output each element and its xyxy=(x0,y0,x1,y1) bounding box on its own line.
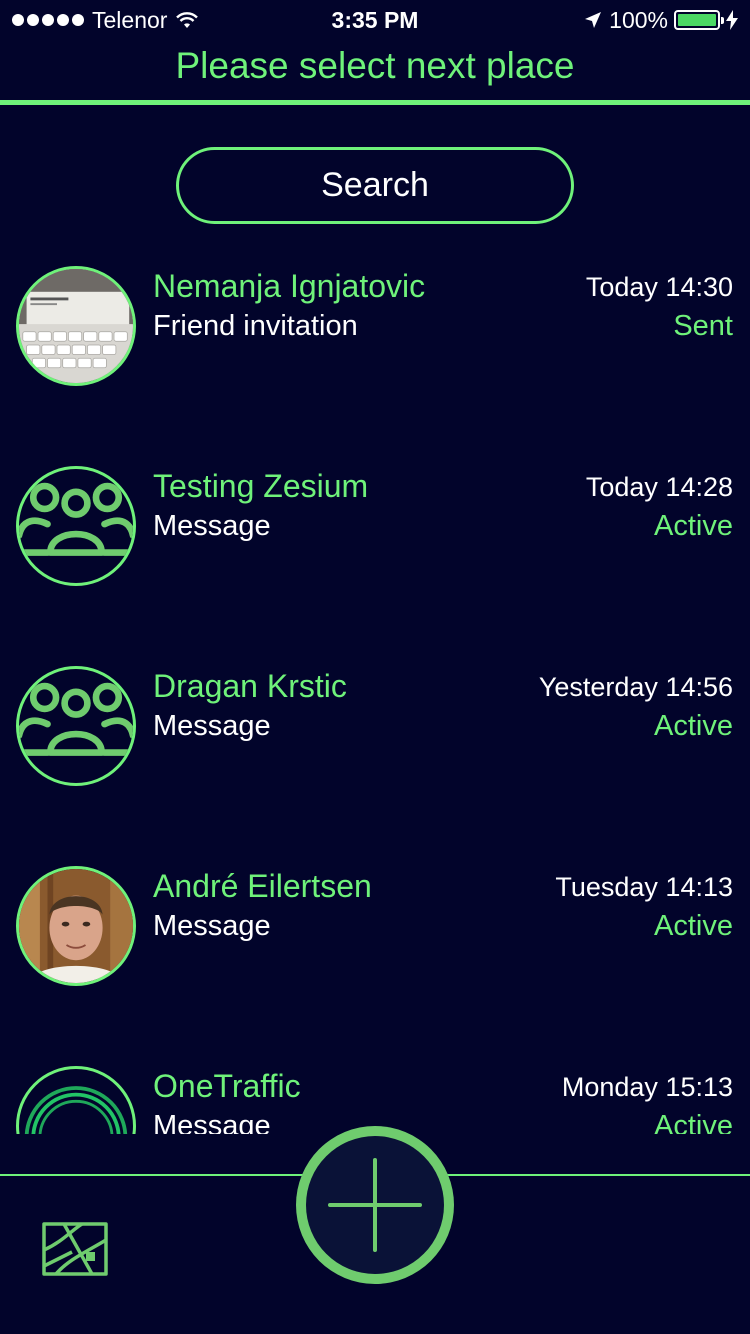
person-photo-image xyxy=(19,869,133,983)
item-name: André Eilertsen xyxy=(153,868,372,904)
item-status: Active xyxy=(654,710,733,742)
conversation-list[interactable]: Nemanja Ignjatovic Friend invitation Tod… xyxy=(0,250,750,1134)
item-time: Today 14:30 xyxy=(585,272,733,302)
add-button-face xyxy=(306,1136,444,1274)
battery-icon xyxy=(674,10,724,30)
location-arrow-icon xyxy=(585,12,602,28)
item-subtitle: Message xyxy=(153,910,271,942)
avatar-logo xyxy=(16,1066,136,1134)
screenshot-thumbnail-image xyxy=(19,269,133,383)
item-subtitle: Message xyxy=(153,710,271,742)
wifi-icon xyxy=(176,12,199,28)
map-button[interactable] xyxy=(42,1222,108,1276)
list-item[interactable]: André Eilertsen Message Tuesday 14:13 Ac… xyxy=(0,850,750,1050)
item-status: Sent xyxy=(673,310,733,342)
signal-strength-icon xyxy=(12,14,84,26)
status-bar: Telenor 3:35 PM 100% xyxy=(0,0,750,40)
item-time: Tuesday 14:13 xyxy=(555,872,733,902)
item-subtitle: Message xyxy=(153,1110,271,1134)
page-title: Please select next place xyxy=(175,45,575,86)
search-button[interactable]: Search xyxy=(176,147,574,224)
add-button[interactable] xyxy=(296,1126,454,1284)
item-subtitle: Message xyxy=(153,510,271,542)
avatar-photo xyxy=(16,866,136,986)
avatar-photo xyxy=(16,266,136,386)
item-status: Active xyxy=(654,910,733,942)
item-name: Testing Zesium xyxy=(153,468,369,504)
item-time: Today 14:28 xyxy=(585,472,733,502)
carrier-label: Telenor xyxy=(92,6,168,33)
item-subtitle: Friend invitation xyxy=(153,310,358,342)
avatar-group xyxy=(16,466,136,586)
group-icon xyxy=(19,482,133,556)
plus-icon xyxy=(328,1158,422,1252)
list-item[interactable]: Testing Zesium Message Today 14:28 Activ… xyxy=(0,450,750,650)
battery-percent: 100% xyxy=(609,6,668,33)
avatar-group xyxy=(16,666,136,786)
item-status: Active xyxy=(654,510,733,542)
item-time: Yesterday 14:56 xyxy=(538,672,733,702)
list-item[interactable]: Dragan Krstic Message Yesterday 14:56 Ac… xyxy=(0,650,750,850)
list-item[interactable]: Nemanja Ignjatovic Friend invitation Tod… xyxy=(0,250,750,450)
item-name: Dragan Krstic xyxy=(153,668,347,704)
charging-bolt-icon xyxy=(726,10,738,30)
status-bar-left: Telenor xyxy=(12,6,199,34)
ring-logo-icon xyxy=(24,1086,128,1134)
map-icon xyxy=(42,1222,108,1276)
status-bar-right: 100% xyxy=(583,6,738,34)
item-name: OneTraffic xyxy=(153,1068,301,1104)
battery-level xyxy=(678,14,716,26)
group-icon xyxy=(19,682,133,756)
app-screen: Telenor 3:35 PM 100% Please select next … xyxy=(0,0,750,1334)
header-divider xyxy=(0,100,750,105)
list-item[interactable]: OneTraffic Message Monday 15:13 Active xyxy=(0,1050,750,1134)
item-time: Monday 15:13 xyxy=(561,1072,733,1102)
item-name: Nemanja Ignjatovic xyxy=(153,268,426,304)
item-status: Active xyxy=(654,1110,733,1134)
